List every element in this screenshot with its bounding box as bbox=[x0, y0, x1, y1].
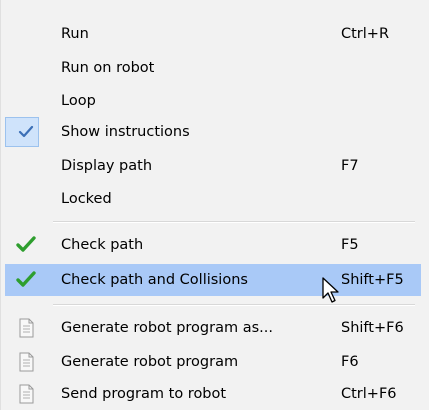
menu-item-label: Check path and Collisions bbox=[61, 272, 248, 288]
document-icon bbox=[15, 384, 37, 404]
menu-separator bbox=[53, 221, 415, 223]
menu-item-shortcut: F5 bbox=[341, 237, 359, 253]
menu-item-run-on-robot[interactable]: Run on robot bbox=[5, 52, 421, 84]
menu-item-label: Locked bbox=[61, 191, 112, 207]
menu-item-label: Run on robot bbox=[61, 60, 155, 76]
document-icon bbox=[15, 318, 37, 338]
document-icon bbox=[15, 352, 37, 372]
menu-item-shortcut: F7 bbox=[341, 158, 359, 174]
menu-item-loop[interactable]: Loop bbox=[5, 85, 421, 117]
menu-item-generate-robot-program-as[interactable]: Generate robot program as... Shift+F6 bbox=[5, 312, 421, 344]
menu-item-display-path[interactable]: Display path F7 bbox=[5, 150, 421, 182]
green-check-icon bbox=[15, 235, 37, 255]
menu-separator bbox=[53, 304, 415, 306]
menu-item-send-program-to-robot[interactable]: Send program to robot Ctrl+F6 bbox=[5, 378, 421, 410]
menu-item-label: Check path bbox=[61, 237, 144, 253]
menu-item-shortcut: Ctrl+R bbox=[341, 26, 390, 42]
menu-item-locked[interactable]: Locked bbox=[5, 183, 421, 215]
menu-item-show-instructions[interactable]: Show instructions bbox=[5, 116, 421, 148]
menu-item-check-path[interactable]: Check path F5 bbox=[5, 229, 421, 261]
menu-item-run[interactable]: Run Ctrl+R bbox=[5, 18, 421, 50]
green-check-icon bbox=[15, 270, 37, 290]
checkmark-icon bbox=[15, 122, 37, 142]
menu-item-check-path-and-collisions[interactable]: Check path and Collisions Shift+F5 bbox=[5, 264, 421, 296]
menu-item-label: Generate robot program as... bbox=[61, 320, 273, 336]
menu-item-label: Show instructions bbox=[61, 124, 190, 140]
context-menu: Run Ctrl+R Run on robot Loop Show instru… bbox=[0, 0, 429, 410]
menu-item-generate-robot-program[interactable]: Generate robot program F6 bbox=[5, 346, 421, 378]
menu-item-label: Display path bbox=[61, 158, 153, 174]
menu-item-shortcut: Shift+F6 bbox=[341, 320, 404, 336]
menu-item-label: Send program to robot bbox=[61, 386, 227, 402]
menu-item-label: Loop bbox=[61, 93, 96, 109]
menu-item-shortcut: Ctrl+F6 bbox=[341, 386, 397, 402]
menu-item-shortcut: F6 bbox=[341, 354, 359, 370]
menu-item-label: Run bbox=[61, 26, 89, 42]
menu-item-shortcut: Shift+F5 bbox=[341, 272, 404, 288]
mouse-pointer-icon bbox=[321, 276, 343, 306]
menu-item-label: Generate robot program bbox=[61, 354, 239, 370]
